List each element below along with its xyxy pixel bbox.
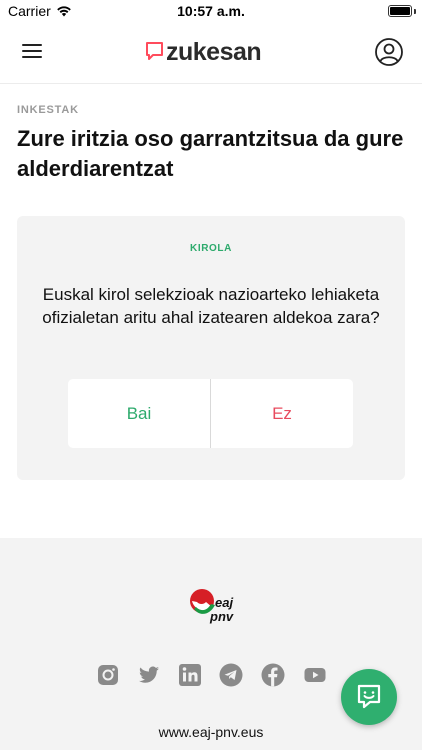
logo-text-eaj: eaj [215,595,233,610]
youtube-icon[interactable] [303,663,327,687]
eaj-pnv-logo[interactable]: eaj pnv [188,585,242,627]
status-bar: Carrier 10:57 a.m. [0,0,422,22]
chat-button[interactable] [341,669,397,725]
clock: 10:57 a.m. [177,3,245,19]
app-logo[interactable]: zukesan [145,37,262,67]
speech-bubble-logo-icon [146,42,163,60]
section-label: INKESTAK [17,104,79,116]
poll-card: KIROLA Euskal kirol selekzioak nazioarte… [17,216,405,480]
linkedin-icon[interactable] [178,663,202,687]
chat-smile-icon [357,684,381,709]
answer-yes-button[interactable]: Bai [68,379,210,448]
menu-button[interactable] [22,41,46,63]
telegram-icon[interactable] [219,663,243,687]
user-profile-icon [375,38,403,66]
profile-button[interactable] [374,37,404,67]
answer-no-button[interactable]: Ez [211,379,353,448]
facebook-icon[interactable] [261,663,285,687]
poll-category: KIROLA [190,243,232,254]
hamburger-menu-icon [22,44,46,58]
app-header: zukesan [0,22,422,84]
page-title: Zure iritzia oso garrantzitsua da gure a… [17,126,404,181]
battery-icon [388,5,412,17]
poll-answers: Bai Ez [68,379,353,448]
twitter-icon[interactable] [137,663,161,687]
instagram-icon[interactable] [96,663,120,687]
logo-text: zukesan [166,37,262,66]
logo-text-pnv: pnv [209,609,234,624]
poll-question: Euskal kirol selekzioak nazioarteko lehi… [42,285,380,327]
website-link[interactable]: www.eaj-pnv.eus [0,724,422,740]
battery-cap [414,9,416,14]
